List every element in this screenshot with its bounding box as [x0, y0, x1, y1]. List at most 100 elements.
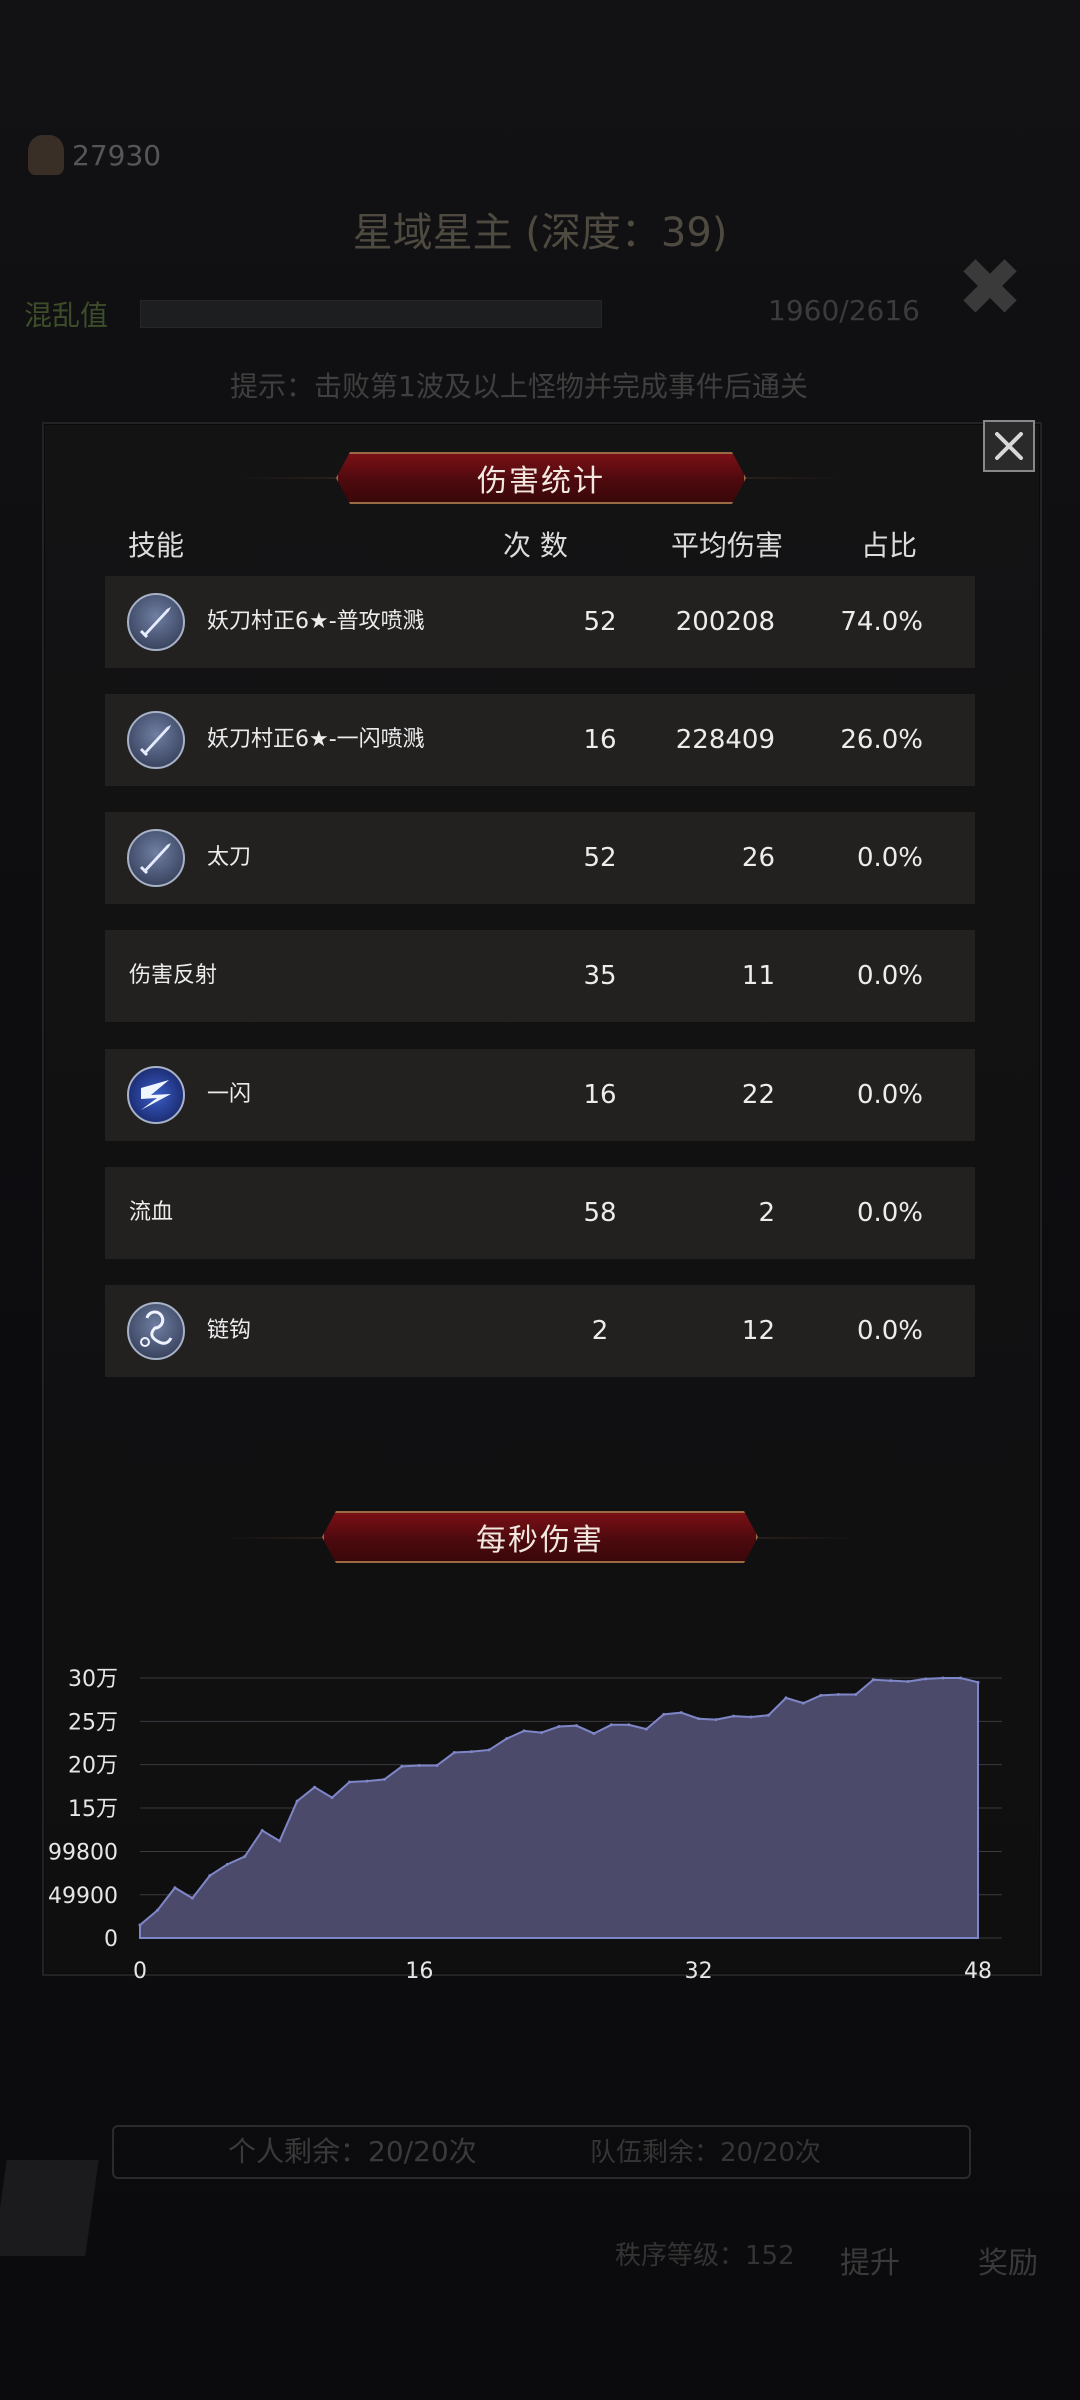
resource-icon — [28, 135, 64, 175]
dps-point — [627, 1723, 631, 1727]
y-tick-label: 0 — [104, 1927, 118, 1952]
background-close-icon: ✖ — [956, 241, 1024, 334]
table-row: 妖刀村正6★-普攻喷溅 52 200208 74.0% — [105, 576, 975, 668]
skill-name: 太刀 — [207, 845, 252, 870]
lightning-slash-icon — [127, 1066, 185, 1124]
sword-icon — [127, 711, 185, 769]
close-icon — [995, 432, 1023, 460]
dps-point — [313, 1785, 317, 1789]
table-row: 链钩 2 12 0.0% — [105, 1285, 975, 1377]
dps-point — [435, 1764, 439, 1768]
table-row: 伤害反射 35 11 0.0% — [105, 930, 975, 1022]
chaos-progress-value: 1960/2616 — [768, 294, 920, 327]
skill-ratio: 0.0% — [856, 1316, 923, 1346]
dps-point — [819, 1693, 823, 1697]
table-row: 流血 58 2 0.0% — [105, 1167, 975, 1259]
x-tick-label: 48 — [964, 1959, 992, 1984]
dps-point — [784, 1696, 788, 1700]
dps-point — [714, 1718, 718, 1722]
header-skill: 技能 — [128, 529, 185, 562]
dps-point — [889, 1679, 893, 1683]
skill-avg-damage: 228409 — [675, 725, 775, 755]
skill-name: 妖刀村正6★-普攻喷溅 — [207, 609, 425, 634]
table-row: 妖刀村正6★-一闪喷溅 16 228409 26.0% — [105, 694, 975, 786]
x-tick-label: 0 — [133, 1959, 147, 1984]
y-tick-label: 30万 — [68, 1667, 118, 1692]
skill-name: 伤害反射 — [129, 963, 218, 988]
dps-point — [574, 1724, 578, 1728]
chaos-progress-bar — [140, 300, 602, 328]
y-tick-label: 25万 — [68, 1710, 118, 1735]
dps-point — [155, 1908, 159, 1912]
close-button[interactable] — [983, 420, 1035, 472]
skill-count: 58 — [583, 1198, 617, 1228]
dps-point — [767, 1713, 770, 1717]
skill-count: 35 — [583, 961, 617, 991]
dps-point — [487, 1748, 491, 1752]
dps-point — [749, 1715, 753, 1719]
skill-ratio: 0.0% — [856, 961, 923, 991]
dps-point — [138, 1923, 142, 1927]
dps-point — [871, 1678, 875, 1682]
resource-counter: 27930 — [28, 135, 161, 175]
dps-point — [732, 1714, 736, 1718]
chaos-label: 混乱值 — [24, 299, 109, 332]
title-banner: 伤害统计 — [336, 452, 746, 504]
skill-name: 一闪 — [207, 1082, 252, 1107]
personal-remaining: 个人剩余：20/20次 — [228, 2135, 477, 2168]
table-row: 太刀 52 26 0.0% — [105, 812, 975, 904]
dps-point — [644, 1727, 648, 1731]
dps-point — [906, 1679, 910, 1683]
reward-label: 奖励 — [978, 2246, 1038, 2281]
dps-point — [609, 1723, 613, 1727]
dps-chart: 0 49900 99800 15万 20万 25万 30万 0 16 32 48 — [48, 1667, 1002, 1984]
dps-point — [260, 1829, 264, 1833]
x-tick-label: 32 — [685, 1959, 713, 1984]
x-tick-label: 16 — [405, 1959, 433, 1984]
y-tick-label: 20万 — [68, 1754, 118, 1779]
dps-point — [330, 1796, 334, 1800]
dps-point — [295, 1799, 299, 1803]
skill-ratio: 0.0% — [856, 1198, 923, 1228]
y-tick-label: 15万 — [68, 1797, 118, 1822]
skill-ratio: 0.0% — [856, 843, 923, 873]
hint-text: 提示：击败第1波及以上怪物并完成事件后通关 — [230, 370, 808, 403]
skill-avg-damage: 200208 — [675, 607, 775, 637]
dps-point — [854, 1692, 858, 1696]
skill-avg-damage: 26 — [741, 843, 775, 873]
skill-ratio: 26.0% — [840, 725, 923, 755]
skill-count: 52 — [583, 843, 617, 873]
skill-count: 16 — [583, 725, 617, 755]
header-ratio: 占比 — [861, 529, 918, 562]
dps-point — [348, 1780, 351, 1784]
dps-point — [278, 1839, 282, 1843]
skill-avg-damage: 12 — [741, 1316, 775, 1346]
skill-count: 52 — [583, 607, 617, 637]
sword-icon — [127, 593, 185, 651]
upgrade-label: 提升 — [840, 2246, 900, 2281]
rank-level: 秩序等级：152 — [615, 2241, 795, 2271]
dps-point — [505, 1737, 509, 1741]
dps-point — [470, 1750, 474, 1754]
dps-title: 每秒伤害 — [476, 1523, 604, 1558]
modal-title: 伤害统计 — [477, 464, 605, 499]
header-avg-damage: 平均伤害 — [671, 529, 784, 562]
back-button — [0, 2160, 99, 2256]
skill-avg-damage: 11 — [741, 961, 775, 991]
skill-avg-damage: 22 — [741, 1080, 775, 1110]
skill-count: 2 — [591, 1316, 609, 1346]
dps-point — [801, 1701, 805, 1705]
dps-point — [662, 1712, 666, 1716]
dps-point — [941, 1676, 945, 1680]
dps-point — [836, 1692, 840, 1696]
dps-point — [173, 1886, 177, 1890]
dps-point — [365, 1779, 369, 1783]
y-tick-label: 99800 — [48, 1841, 118, 1866]
skill-name: 流血 — [129, 1200, 174, 1225]
dps-point — [400, 1764, 404, 1768]
skill-name: 链钩 — [207, 1318, 252, 1343]
dps-point — [417, 1764, 421, 1768]
dps-point — [697, 1717, 701, 1721]
dps-point — [208, 1874, 212, 1878]
dps-point — [382, 1777, 386, 1781]
